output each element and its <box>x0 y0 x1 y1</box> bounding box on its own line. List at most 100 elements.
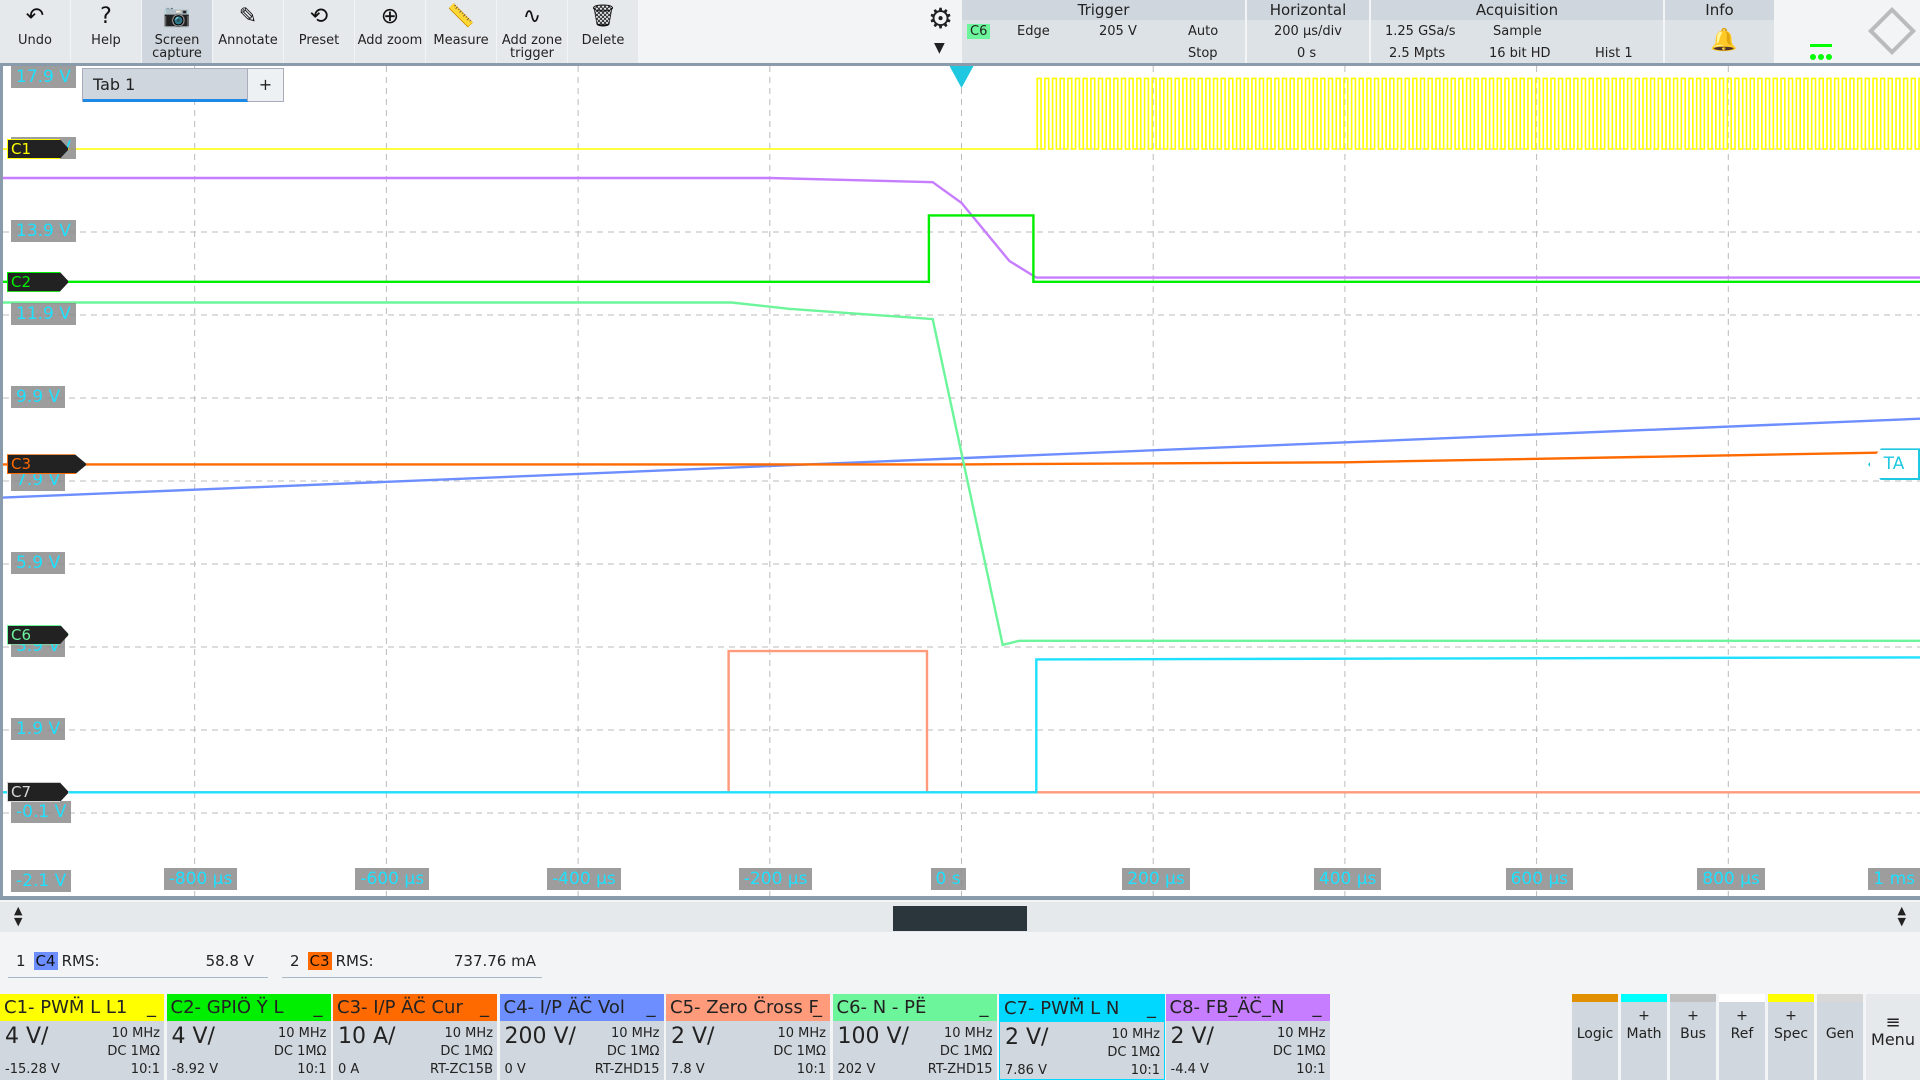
channel-probe: 10:1 <box>130 1062 160 1077</box>
channel-bw: 10 MHz <box>777 1026 827 1041</box>
scroll-thumb[interactable] <box>893 906 1027 931</box>
button-label: Logic <box>1576 1026 1614 1042</box>
tab-1[interactable]: Tab 1 + <box>82 68 284 102</box>
minimize-button[interactable]: _ <box>147 994 156 1021</box>
horizontal-scrollbar[interactable]: ▲ ▼ ▲ ▼ <box>0 902 1920 932</box>
button-label: Spec <box>1773 1026 1809 1042</box>
x-axis-label: -800 µs <box>163 868 238 890</box>
bell-icon[interactable]: 🔔 <box>1710 28 1737 53</box>
channel-label: C4- I/P ÄC̈ Vol <box>503 997 625 1018</box>
y-axis-label: 11.9 V <box>11 303 76 325</box>
x-axis-label: -400 µs <box>547 868 621 890</box>
channel-offset: 0 A <box>338 1062 360 1077</box>
plus-icon <box>1817 1008 1863 1026</box>
y-axis-label: -0.1 V <box>11 801 72 823</box>
channel-bw: 10 MHz <box>1111 1027 1161 1042</box>
trash-icon: 🗑 <box>589 4 617 29</box>
button-label: Add zoom <box>357 33 423 48</box>
minimize-button[interactable]: _ <box>1147 995 1156 1022</box>
bus-button[interactable]: + Bus <box>1668 994 1716 1080</box>
trigger-mode: Auto <box>1188 24 1219 39</box>
add-zone-trigger-button[interactable]: ∿ Add zone trigger <box>497 0 567 63</box>
network-icon <box>1810 44 1832 60</box>
channel-tile-c4[interactable]: C4- I/P ÄC̈ Vol _ 200 V/10 MHz DC 1MΩ 0 V RT-… <box>499 994 666 1080</box>
acquisition-panel[interactable]: Acquisition 1.25 GSa/s Sample 2.5 Mpts 16 bi… <box>1371 0 1665 63</box>
preset-button[interactable]: ⟲ Preset <box>284 0 354 63</box>
minimize-button[interactable]: _ <box>647 994 656 1021</box>
minimize-button[interactable]: _ <box>980 994 989 1021</box>
measurement-type: RMS: <box>61 952 100 970</box>
ref-button[interactable]: + Ref <box>1717 994 1765 1080</box>
color-bar <box>1719 994 1765 1002</box>
channel-tile-c5[interactable]: C5- Zero C̈ross F _ 2 V/10 MHz DC 1MΩ 7.8 V 1… <box>666 994 832 1080</box>
resolution: 16 bit HD <box>1489 46 1551 61</box>
minimize-button[interactable]: _ <box>480 994 489 1021</box>
color-bar <box>1572 994 1618 1002</box>
minimize-button[interactable]: _ <box>1313 994 1322 1021</box>
channel-marker-c1[interactable]: C1 <box>7 139 69 159</box>
y-axis-label: 9.9 V <box>11 386 66 408</box>
color-bar <box>1621 994 1667 1002</box>
channel-tile-c2[interactable]: C2- GPIÖ Ÿ L _ 4 V/10 MHz DC 1MΩ -8.92 V 10:1 <box>166 994 333 1080</box>
waveform-display[interactable]: 17.9 V15.9 V13.9 V11.9 V9.9 V7.9 V5.9 V3… <box>0 66 1920 900</box>
measurement-source-badge: C3 <box>307 952 332 970</box>
toolbar: ↶ Undo? Help 📷 Screen capture ✎ Annotate ⟲ Prese… <box>0 0 1920 66</box>
annotate-button[interactable]: ✎ Annotate <box>213 0 283 63</box>
delete-button[interactable]: 🗑 Delete <box>568 0 638 63</box>
channel-coupling: DC 1MΩ <box>273 1044 327 1059</box>
tab-underline <box>83 99 248 102</box>
channel-probe: RT-ZC15B <box>430 1062 493 1077</box>
minimize-button[interactable]: _ <box>813 994 822 1021</box>
channel-marker-c2[interactable]: C2 <box>7 271 69 292</box>
scroll-up-down-right-icon[interactable]: ▲ ▼ <box>1898 905 1906 927</box>
channel-tile-c6[interactable]: C6- N - PË _ 100 V/10 MHz DC 1MΩ 202 V RT-ZHD… <box>832 994 999 1080</box>
channel-marker-c7[interactable]: C7 <box>7 782 69 803</box>
button-label: Gen <box>1825 1026 1855 1042</box>
x-axis-label: 200 µs <box>1122 868 1190 890</box>
gen-button[interactable]: Gen <box>1815 994 1863 1080</box>
horizontal-panel[interactable]: Horizontal 200 µs/div 0 s <box>1247 0 1371 63</box>
button-label: Annotate <box>218 33 278 48</box>
add-zoom-button[interactable]: ⊕ Add zoom <box>355 0 425 63</box>
channel-tile-c7[interactable]: C7- PWM̈ L N _ 2 V/10 MHz DC 1MΩ 7.86 V 10:1 <box>999 994 1165 1080</box>
gear-icon[interactable]: ⚙ <box>928 2 953 35</box>
measurement-2[interactable]: 2 C3 RMS: 737.76 mA <box>282 952 542 978</box>
channel-tile-c3[interactable]: C3- I/P ÄC̈ Cur _ 10 A/10 MHz DC 1MΩ 0 A RT-Z… <box>333 994 499 1080</box>
channel-label: C7- PWM̈ L N <box>1004 998 1120 1019</box>
color-bar <box>1817 994 1863 1002</box>
channel-coupling: DC 1MΩ <box>606 1044 660 1059</box>
channel-tile-c8[interactable]: C8- FB_ÄC̈_N _ 2 V/10 MHz DC 1MΩ -4.4 V 10:1 <box>1165 994 1332 1080</box>
acquisition-panel-title: Acquisition <box>1371 0 1663 20</box>
channel-coupling: DC 1MΩ <box>440 1044 493 1059</box>
minimize-button[interactable]: _ <box>314 994 323 1021</box>
logic-button[interactable]: Logic <box>1570 994 1618 1080</box>
channel-marker-c3[interactable]: C3 <box>7 454 87 475</box>
trigger-panel[interactable]: Trigger C6 Edge 205 V Auto Stop <box>962 0 1247 63</box>
scroll-up-down-left-icon[interactable]: ▲ ▼ <box>14 905 22 927</box>
channel-label: C1- PWM̈ L L1 <box>4 997 128 1018</box>
math-button[interactable]: + Math <box>1619 994 1667 1080</box>
undo-button[interactable]: ↶ Undo <box>0 0 70 63</box>
channel-probe: 10:1 <box>1296 1062 1326 1077</box>
help-button[interactable]: ? Help <box>71 0 141 63</box>
channel-scale: 4 V/ <box>5 1024 49 1049</box>
measurement-1[interactable]: 1 C4 RMS: 58.8 V <box>8 952 268 978</box>
button-label: Ref <box>1730 1026 1754 1042</box>
channel-marker-c6[interactable]: C6 <box>7 624 69 645</box>
spec-button[interactable]: + Spec <box>1766 994 1814 1080</box>
channel-offset: -4.4 V <box>1170 1062 1209 1077</box>
x-axis-label: 600 µs <box>1505 868 1574 890</box>
measurement-index: 1 <box>16 952 26 970</box>
channel-name: C4- I/P ÄC̈ Vol _ <box>499 994 664 1021</box>
measure-button[interactable]: 📏 Measure <box>426 0 496 63</box>
screen-capture-button[interactable]: 📷 Screen capture <box>142 0 212 63</box>
channel-coupling: DC 1MΩ <box>773 1044 826 1059</box>
channel-bw: 10 MHz <box>278 1026 327 1041</box>
add-tab-button[interactable]: + <box>247 69 283 101</box>
menu-button[interactable]: ≡ Menu <box>1864 994 1920 1080</box>
hamburger-icon: ≡ <box>1885 1012 1901 1033</box>
trigger-position-marker[interactable] <box>949 66 974 88</box>
button-label: Measure <box>433 33 489 48</box>
channel-tile-c1[interactable]: C1- PWM̈ L L1 _ 4 V/10 MHz DC 1MΩ -15.28 V 10… <box>0 994 166 1080</box>
dropdown-arrow-icon[interactable]: ▼ <box>934 40 945 56</box>
